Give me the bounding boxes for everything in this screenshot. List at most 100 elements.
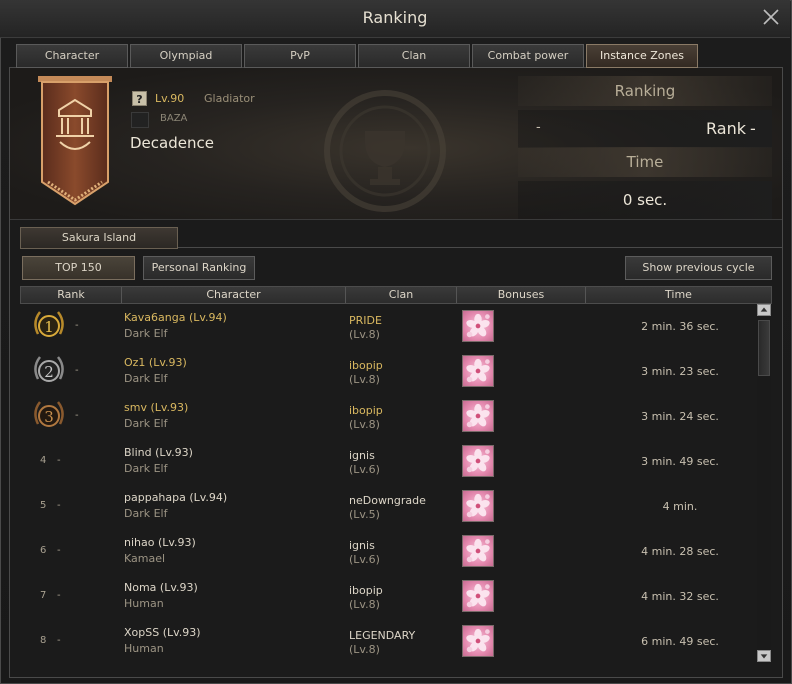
character-name: Blind (Lv.93) <box>124 446 193 459</box>
close-icon[interactable] <box>760 6 782 28</box>
sakura-bonus-icon[interactable] <box>462 580 494 612</box>
column-character: Character <box>122 287 346 303</box>
character-name: XopSS (Lv.93) <box>124 626 201 639</box>
player-level: Lv.90 <box>155 92 185 105</box>
clear-time: 3 min. 24 sec. <box>641 410 719 423</box>
sakura-bonus-icon[interactable] <box>462 445 494 477</box>
sakura-flower-icon <box>466 538 490 563</box>
ranking-table: 1 - Kava6anga (Lv.94) Dark Elf PRIDE (Lv… <box>20 304 756 664</box>
table-row[interactable]: 1 - Kava6anga (Lv.94) Dark Elf PRIDE (Lv… <box>20 304 756 349</box>
column-bonuses: Bonuses <box>457 287 586 303</box>
sakura-flower-icon <box>466 628 490 653</box>
sakura-flower-icon <box>466 313 490 338</box>
character-name: Oz1 (Lv.93) <box>124 356 187 369</box>
show-previous-cycle-button[interactable]: Show previous cycle <box>625 256 772 280</box>
time-value: 0 sec. <box>622 191 668 209</box>
character-race: Dark Elf <box>124 462 168 475</box>
sakura-bonus-icon[interactable] <box>462 535 494 567</box>
rank-number: 6 <box>40 545 47 556</box>
scroll-up-icon[interactable] <box>757 304 771 316</box>
clan-name: neDowngrade <box>349 494 426 507</box>
ranking-heading: Ranking <box>518 76 772 106</box>
tab-olympiad[interactable]: Olympiad <box>130 44 242 68</box>
column-time: Time <box>665 288 692 301</box>
sakura-flower-icon <box>466 493 490 518</box>
clan-name: ibopip <box>349 404 383 417</box>
clan-level: (Lv.8) <box>349 373 380 386</box>
table-header: Rank Character Clan Bonuses Time <box>20 286 772 304</box>
clear-time: 4 min. <box>662 500 698 513</box>
table-row[interactable]: 3 - smv (Lv.93) Dark Elf ibopip (Lv.8) 3… <box>20 394 756 439</box>
table-row[interactable]: 5 - pappahapa (Lv.94) Dark Elf neDowngra… <box>20 484 756 529</box>
trophy-emblem-icon <box>324 90 446 212</box>
clan-name: PRIDE <box>349 314 382 327</box>
player-name: Decadence <box>130 134 214 152</box>
rank-change: - <box>57 635 61 646</box>
rank-change: - <box>57 590 61 601</box>
help-icon[interactable]: ? <box>132 91 147 106</box>
clan-name: ignis <box>349 539 375 552</box>
tab-instance-zones[interactable]: Instance Zones <box>586 44 698 68</box>
character-race: Dark Elf <box>124 327 168 340</box>
medal-rank: 1 <box>44 318 54 336</box>
rank-change: - <box>75 320 79 331</box>
rank-change: - <box>57 545 61 556</box>
sakura-bonus-icon[interactable] <box>462 625 494 657</box>
sakura-flower-icon <box>466 358 490 383</box>
tab-clan[interactable]: Clan <box>358 44 470 68</box>
clan-level: (Lv.5) <box>349 508 380 521</box>
table-row[interactable]: 6 - nihao (Lv.93) Kamael ignis (Lv.6) 4 … <box>20 529 756 574</box>
tab-sakura-island[interactable]: Sakura Island <box>20 227 178 249</box>
rank-change: - <box>57 455 61 466</box>
rank-number: 4 <box>40 455 47 466</box>
bronze-medal-icon: 3 <box>34 401 64 427</box>
character-name: smv (Lv.93) <box>124 401 189 414</box>
rank-number: 5 <box>40 500 47 511</box>
tab-pvp[interactable]: PvP <box>244 44 356 68</box>
rank-value: - <box>750 119 756 138</box>
gold-medal-icon: 1 <box>34 311 64 337</box>
clan-name: ibopip <box>349 359 383 372</box>
rank-change: - <box>57 500 61 511</box>
table-row[interactable]: 2 - Oz1 (Lv.93) Dark Elf ibopip (Lv.8) 3… <box>20 349 756 394</box>
clan-level: (Lv.8) <box>349 643 380 656</box>
table-scrollbar[interactable] <box>757 304 771 664</box>
window-title: Ranking <box>362 8 428 27</box>
character-name: pappahapa (Lv.94) <box>124 491 228 504</box>
character-race: Dark Elf <box>124 507 168 520</box>
rank-change: - <box>75 365 79 376</box>
tab-combat-power[interactable]: Combat power <box>472 44 584 68</box>
character-race: Dark Elf <box>124 417 168 430</box>
sakura-bonus-icon[interactable] <box>462 490 494 522</box>
rank-number: 8 <box>40 635 47 646</box>
player-class: Gladiator <box>204 92 255 105</box>
clear-time: 4 min. 28 sec. <box>641 545 719 558</box>
table-row[interactable]: 8 - XopSS (Lv.93) Human LEGENDARY (Lv.8)… <box>20 619 756 664</box>
subtab-divider <box>178 247 782 248</box>
sakura-bonus-icon[interactable] <box>462 400 494 432</box>
clan-level: (Lv.6) <box>349 553 380 566</box>
sakura-bonus-icon[interactable] <box>462 310 494 342</box>
medal-rank: 3 <box>44 408 54 426</box>
silver-medal-icon: 2 <box>34 356 64 382</box>
clear-time: 6 min. 49 sec. <box>641 635 719 648</box>
clear-time: 2 min. 36 sec. <box>641 320 719 333</box>
sakura-flower-icon <box>466 583 490 608</box>
top-150-button[interactable]: TOP 150 <box>22 256 135 280</box>
clear-time: 3 min. 49 sec. <box>641 455 719 468</box>
rank-change: - <box>536 120 541 135</box>
clan-level: (Lv.8) <box>349 328 380 341</box>
table-row[interactable]: 7 - Noma (Lv.93) Human ibopip (Lv.8) 4 m… <box>20 574 756 619</box>
table-row[interactable]: 4 - Blind (Lv.93) Dark Elf ignis (Lv.6) … <box>20 439 756 484</box>
scroll-down-icon[interactable] <box>757 650 771 662</box>
sakura-bonus-icon[interactable] <box>462 355 494 387</box>
tab-character[interactable]: Character <box>16 44 128 68</box>
clan-banner-icon <box>38 76 112 206</box>
rank-label: Rank <box>706 119 746 138</box>
scrollbar-thumb[interactable] <box>758 320 770 376</box>
clan-name: ignis <box>349 449 375 462</box>
personal-ranking-button[interactable]: Personal Ranking <box>143 256 255 280</box>
medal-rank: 2 <box>44 363 54 381</box>
title-bar[interactable]: Ranking <box>0 0 790 38</box>
rank-number: 7 <box>40 590 47 601</box>
